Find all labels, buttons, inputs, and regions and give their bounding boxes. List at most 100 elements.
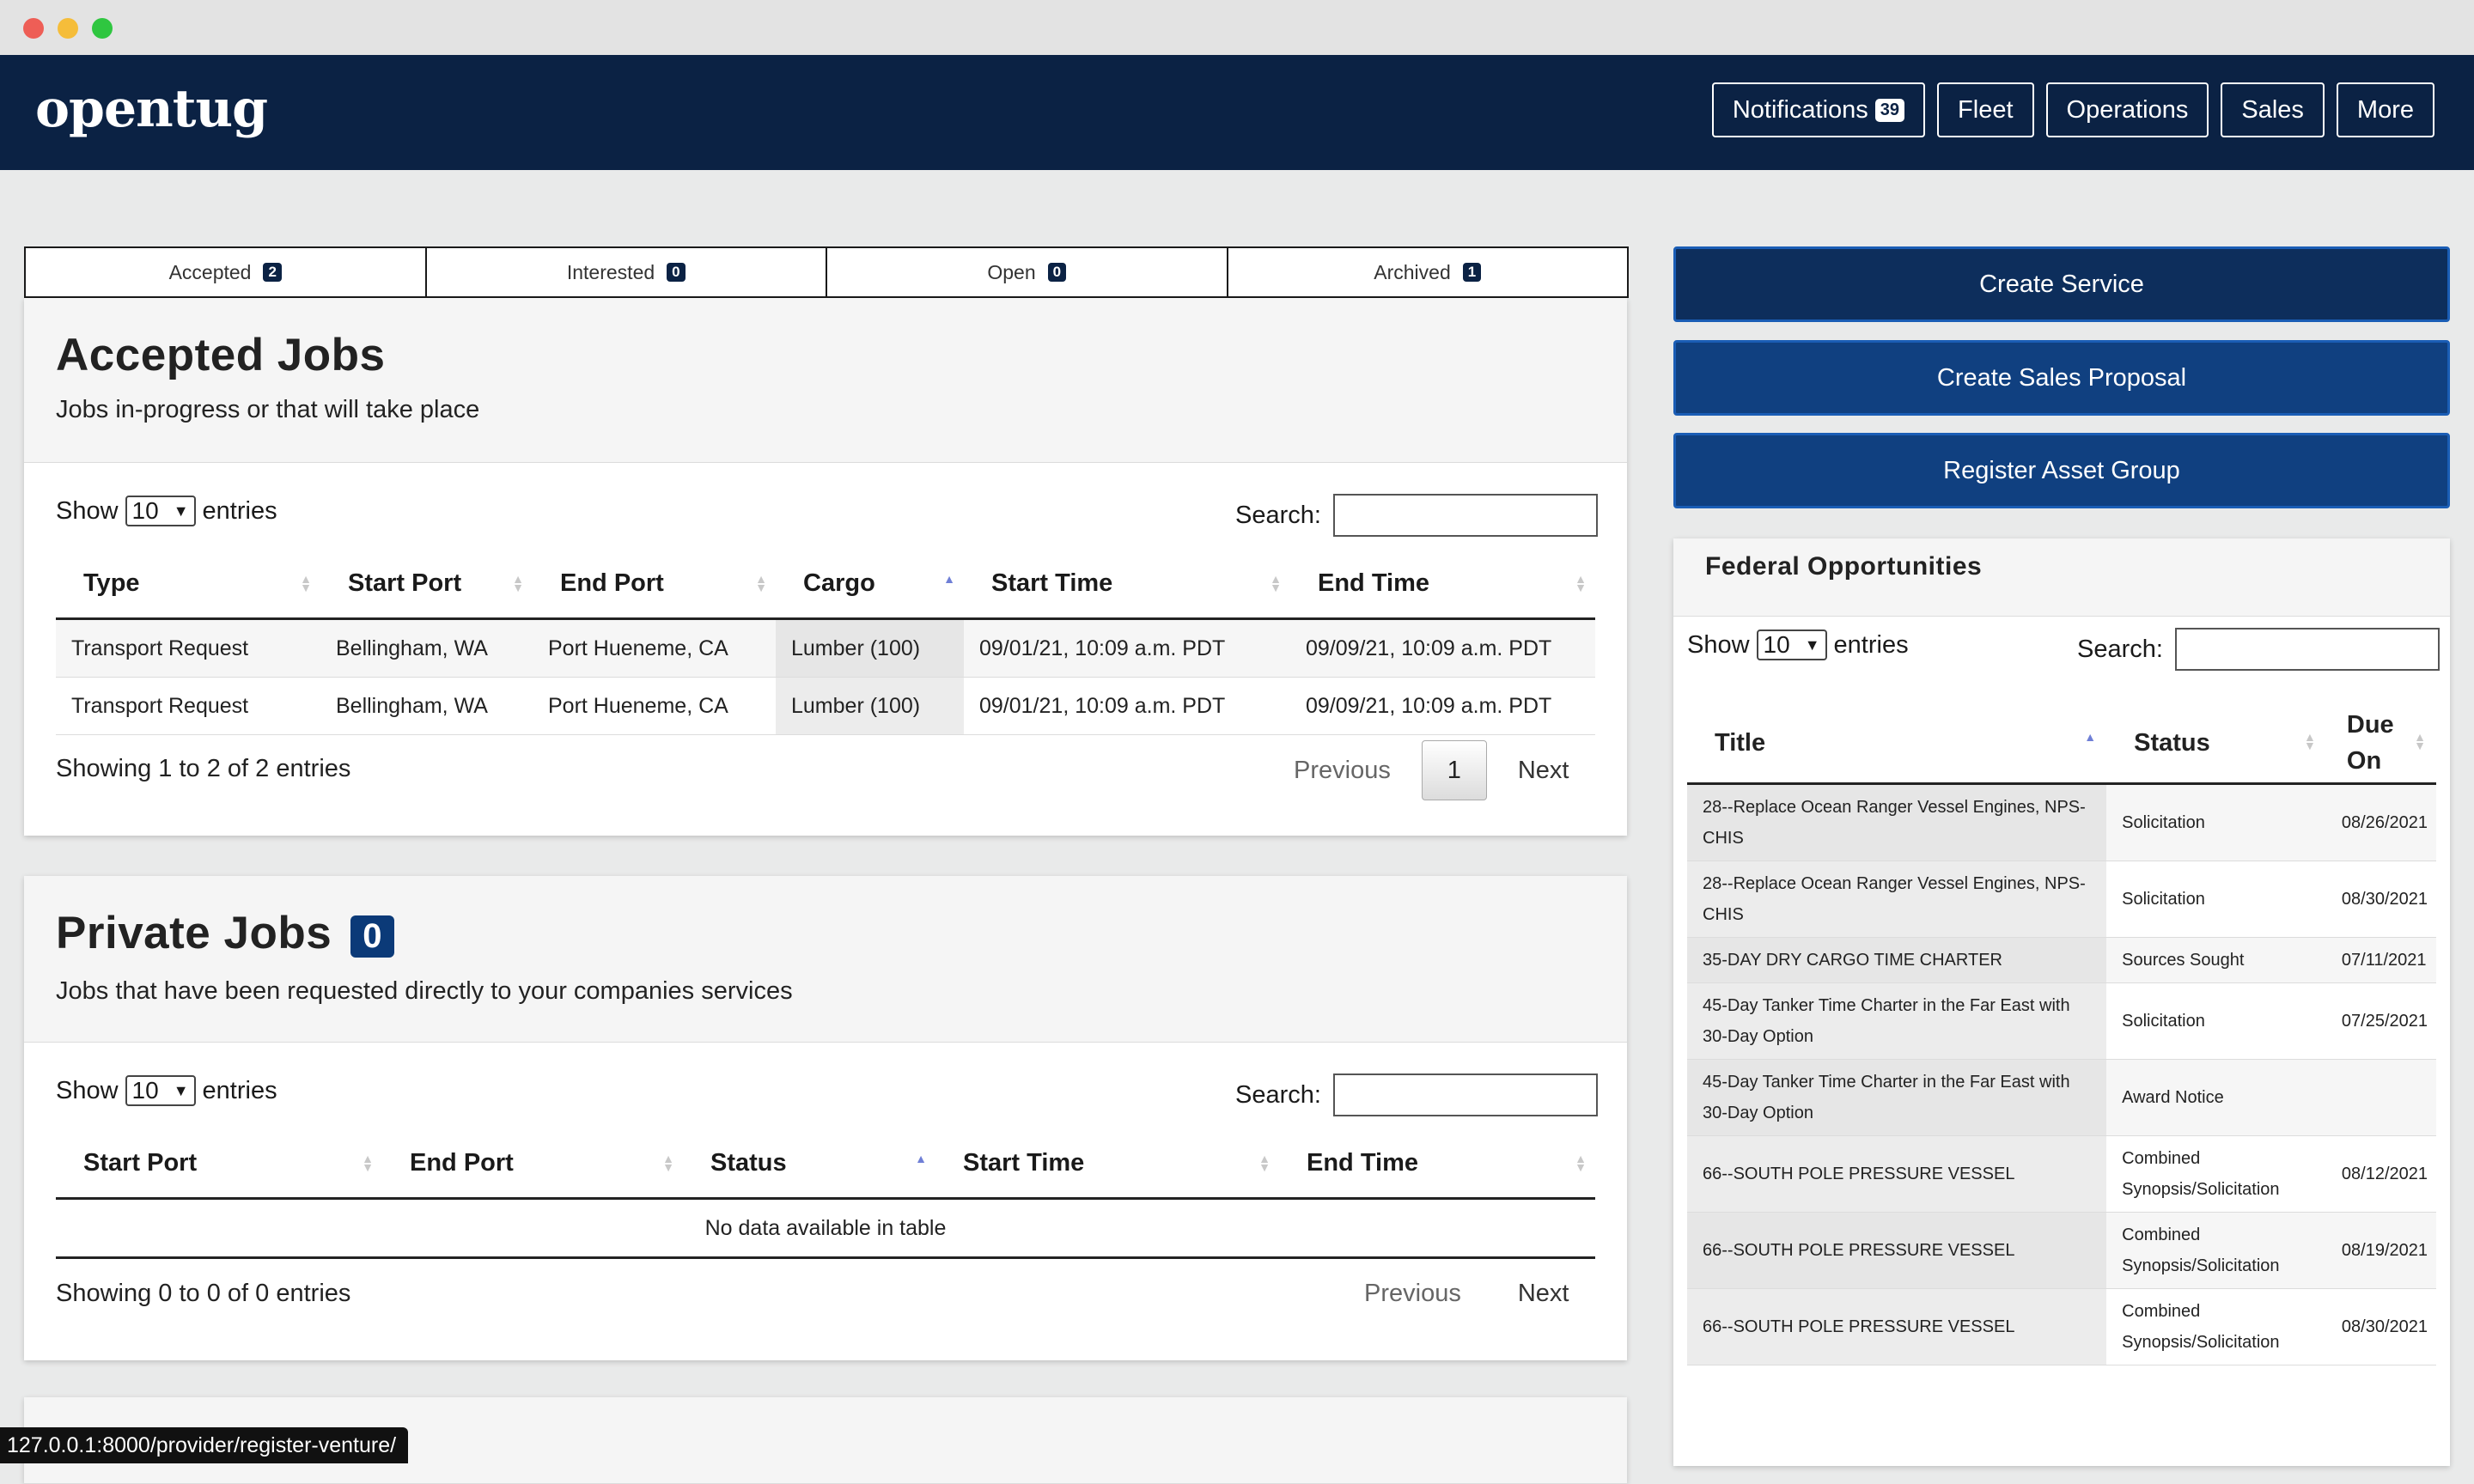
cell-end-time: 09/09/21, 10:09 a.m. PDT [1290, 618, 1595, 678]
search-label: Search: [1235, 1080, 1321, 1109]
entries-select[interactable]: 10 ▼ [1756, 629, 1827, 660]
column-header-title[interactable]: Title ▲ [1687, 703, 2107, 785]
column-label: Start Port [348, 569, 462, 597]
table-row[interactable]: Transport Request Bellingham, WA Port Hu… [56, 618, 1595, 678]
column-header-end-port[interactable]: End Port ▲ ▼ [382, 1128, 683, 1200]
column-header-start-time[interactable]: Start Time ▲ ▼ [935, 1128, 1279, 1200]
table-row[interactable]: 66--SOUTH POLE PRESSURE VESSEL Combined … [1687, 1135, 2436, 1213]
table-row[interactable]: 28--Replace Ocean Ranger Vessel Engines,… [1687, 861, 2436, 938]
table-info: Showing 0 to 0 of 0 entries [56, 1280, 351, 1307]
nav-buttons: Notifications 39 Fleet Operations Sales … [1711, 82, 2434, 137]
cell-title: 28--Replace Ocean Ranger Vessel Engines,… [1687, 861, 2107, 938]
tab-archived[interactable]: Archived 1 [1226, 246, 1629, 298]
cell-status: Solicitation [2106, 861, 2326, 938]
table-row[interactable]: 66--SOUTH POLE PRESSURE VESSEL Combined … [1687, 1288, 2436, 1365]
column-label: Type [83, 569, 140, 597]
create-sales-proposal-button[interactable]: Create Sales Proposal [1673, 340, 2450, 416]
column-header-end-time[interactable]: End Time ▲ ▼ [1279, 1128, 1595, 1200]
column-header-end-time[interactable]: End Time ▲ ▼ [1290, 549, 1595, 620]
private-jobs-header: Private Jobs 0 Jobs that have been reques… [24, 876, 1627, 1043]
sort-ascending-icon: ▲ [2084, 730, 2097, 744]
cell-title: 35-DAY DRY CARGO TIME CHARTER [1687, 937, 2107, 983]
cell-end-port: Port Hueneme, CA [533, 677, 776, 735]
next-page-button[interactable]: Next [1518, 1280, 1569, 1308]
tab-count-badge: 2 [263, 263, 282, 282]
cell-start-port: Bellingham, WA [320, 618, 533, 678]
entries-select-value: 10 [131, 497, 159, 524]
cell-due-on: 08/30/2021 [2325, 1288, 2436, 1365]
fleet-button[interactable]: Fleet [1937, 82, 2034, 137]
show-label: Show [56, 1076, 119, 1104]
search-input[interactable] [2174, 628, 2440, 671]
tab-open[interactable]: Open 0 [826, 246, 1228, 298]
cell-due-on: 08/12/2021 [2325, 1135, 2436, 1213]
cell-title: 66--SOUTH POLE PRESSURE VESSEL [1687, 1135, 2107, 1213]
job-tabs: Accepted 2 Interested 0 Open 0 Archived … [24, 246, 1629, 298]
search-input[interactable] [1332, 1073, 1598, 1116]
brand-logo[interactable]: opentug [35, 79, 268, 139]
register-asset-group-button[interactable]: Register Asset Group [1673, 433, 2450, 508]
column-label: End Port [410, 1148, 514, 1177]
sort-icon: ▲ ▼ [2304, 730, 2316, 752]
private-jobs-subtitle: Jobs that have been requested directly t… [56, 977, 793, 1005]
more-button[interactable]: More [2336, 82, 2434, 137]
private-jobs-table: Start Port ▲ ▼ End Port ▲ ▼ Status ▲ Start Ti… [56, 1128, 1595, 1259]
previous-page-button[interactable]: Previous [1294, 757, 1391, 785]
entries-select[interactable]: 10 ▼ [125, 1075, 196, 1106]
column-header-start-port[interactable]: Start Port ▲ ▼ [56, 1128, 382, 1200]
entries-label: entries [1833, 630, 1909, 659]
previous-page-button[interactable]: Previous [1364, 1280, 1461, 1308]
cell-due-on: 08/19/2021 [2325, 1212, 2436, 1289]
column-header-start-time[interactable]: Start Time ▲ ▼ [964, 549, 1290, 620]
accepted-jobs-card: Accepted Jobs Jobs in-progress or that w… [24, 298, 1627, 836]
column-header-start-port[interactable]: Start Port ▲ ▼ [320, 549, 533, 620]
show-label: Show [1687, 630, 1750, 659]
minimize-window-button[interactable] [58, 18, 78, 39]
close-window-button[interactable] [23, 18, 44, 39]
tab-count-badge: 0 [1047, 263, 1067, 282]
private-jobs-count-badge: 0 [350, 915, 394, 958]
sales-button[interactable]: Sales [2221, 82, 2325, 137]
cell-title: 45-Day Tanker Time Charter in the Far Ea… [1687, 982, 2107, 1060]
sort-icon: ▲ ▼ [1258, 1152, 1271, 1174]
sort-icon: ▲ ▼ [1270, 572, 1282, 594]
entries-length-control: Show 10 ▼ entries [56, 1075, 277, 1106]
column-header-cargo[interactable]: Cargo ▲ [776, 549, 964, 620]
operations-button[interactable]: Operations [2045, 82, 2209, 137]
table-row[interactable]: 45-Day Tanker Time Charter in the Far Ea… [1687, 982, 2436, 1060]
tab-interested[interactable]: Interested 0 [424, 246, 827, 298]
column-header-status[interactable]: Status ▲ [683, 1128, 935, 1200]
column-label: End Port [560, 569, 664, 597]
entries-length-control: Show 10 ▼ entries [1687, 629, 1909, 660]
column-header-type[interactable]: Type ▲ ▼ [56, 549, 320, 620]
cell-end-port: Port Hueneme, CA [533, 618, 776, 678]
table-row[interactable]: 28--Replace Ocean Ranger Vessel Engines,… [1687, 783, 2436, 861]
next-page-button[interactable]: Next [1518, 757, 1569, 785]
table-row[interactable]: 35-DAY DRY CARGO TIME CHARTER Sources So… [1687, 937, 2436, 983]
table-row[interactable]: 66--SOUTH POLE PRESSURE VESSEL Combined … [1687, 1212, 2436, 1289]
cell-due-on: 08/30/2021 [2325, 861, 2436, 938]
column-header-status[interactable]: Status ▲ ▼ [2106, 703, 2326, 785]
notifications-count-badge: 39 [1874, 98, 1905, 122]
table-row[interactable]: Transport Request Bellingham, WA Port Hu… [56, 677, 1595, 735]
create-service-button[interactable]: Create Service [1673, 246, 2450, 322]
entries-select[interactable]: 10 ▼ [125, 496, 196, 526]
page-1-button[interactable]: 1 [1421, 740, 1487, 800]
column-label: Title [1715, 728, 1766, 757]
cell-status: Award Notice [2106, 1059, 2326, 1136]
tab-count-badge: 1 [1462, 263, 1482, 282]
top-navbar: opentug Notifications 39 Fleet Operation… [0, 55, 2474, 170]
search-input[interactable] [1332, 494, 1598, 537]
search-control: Search: [1235, 494, 1598, 537]
cell-type: Transport Request [56, 618, 320, 678]
sort-icon: ▲ ▼ [662, 1152, 674, 1174]
column-header-due-on[interactable]: Due On ▲ ▼ [2325, 703, 2436, 785]
cell-title: 45-Day Tanker Time Charter in the Far Ea… [1687, 1059, 2107, 1136]
cell-due-on: 07/25/2021 [2325, 982, 2436, 1060]
tab-accepted[interactable]: Accepted 2 [24, 246, 427, 298]
table-row[interactable]: 45-Day Tanker Time Charter in the Far Ea… [1687, 1059, 2436, 1136]
zoom-window-button[interactable] [92, 18, 113, 39]
tab-label: Open [987, 260, 1036, 283]
column-header-end-port[interactable]: End Port ▲ ▼ [533, 549, 776, 620]
notifications-button[interactable]: Notifications 39 [1711, 82, 1926, 137]
